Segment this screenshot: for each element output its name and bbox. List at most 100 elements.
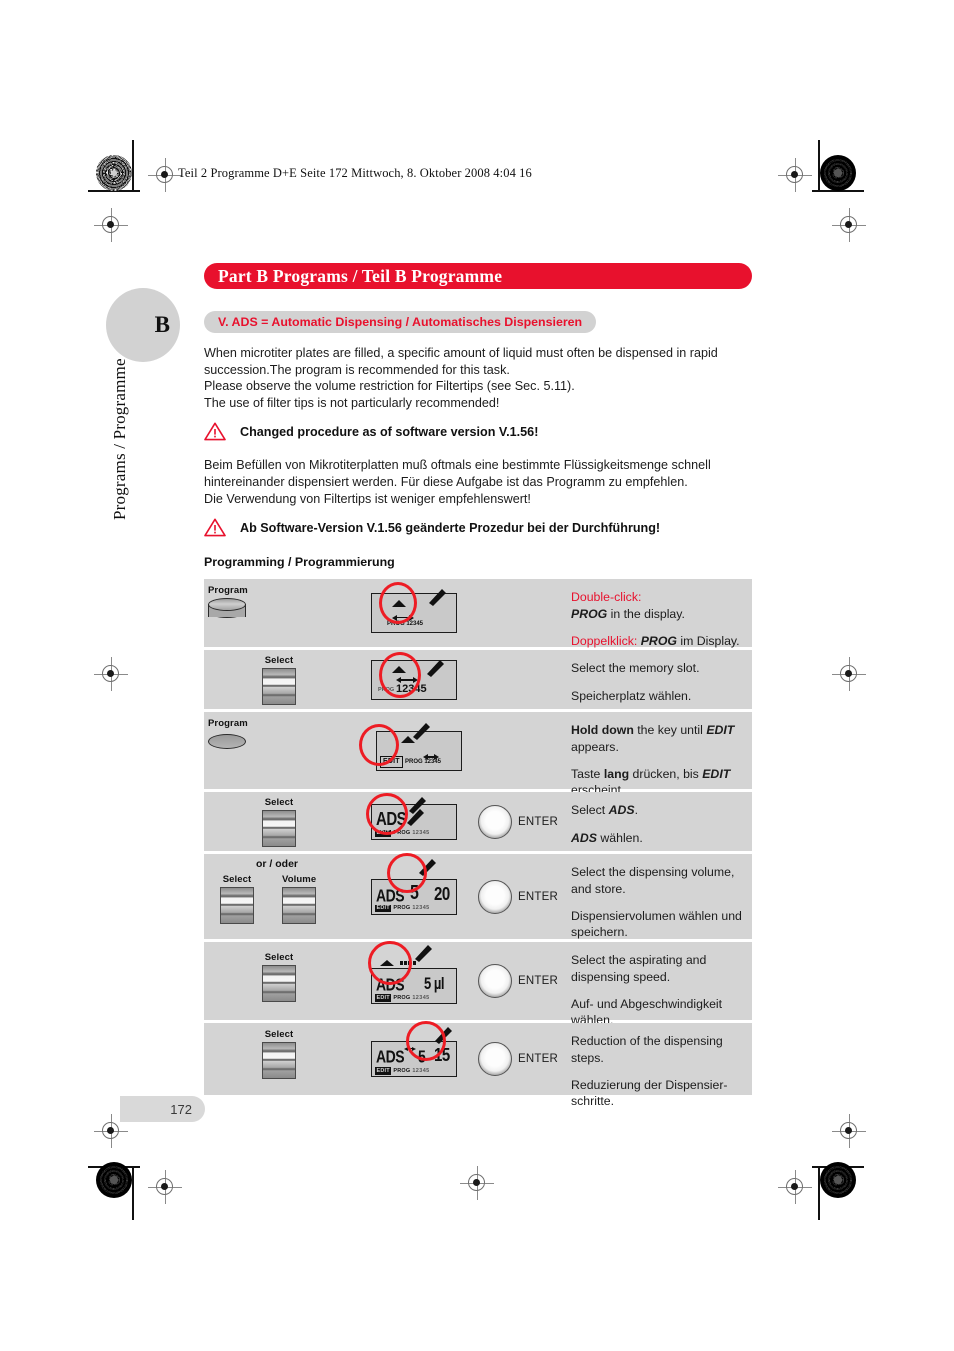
section-subbanner: V. ADS = Automatic Dispensing / Automati… bbox=[204, 311, 597, 333]
page-content: Part B Programs / Teil B Programme V. AD… bbox=[204, 263, 752, 1108]
select-key-widget[interactable]: Select bbox=[262, 1029, 296, 1080]
step-text-de-emph: ADS bbox=[571, 830, 597, 845]
key-label: Select bbox=[264, 1029, 294, 1041]
double-arrow-icon bbox=[404, 1046, 416, 1051]
margin-vertical-title: Programs / Programme bbox=[110, 358, 129, 520]
pointer-cursor-icon-2 bbox=[404, 806, 424, 827]
intro-en-line2: succession.The program is recommended fo… bbox=[204, 362, 510, 377]
lcd-main-value: ADS bbox=[376, 884, 405, 905]
select-key-widget[interactable]: Select bbox=[262, 952, 296, 1003]
step-enter-cell: ENTER bbox=[474, 854, 569, 939]
select-key-widget[interactable]: Select bbox=[262, 655, 296, 706]
step-text-de: Doppelklick: PROG im Display. bbox=[571, 633, 740, 648]
step-key-cell: Program bbox=[204, 712, 354, 789]
key-label: Program bbox=[208, 585, 248, 597]
lcd-prog-numbers: 12345 bbox=[412, 994, 430, 1001]
step-enter-cell bbox=[474, 650, 569, 709]
step-text-en-end: . bbox=[634, 803, 638, 818]
registration-mark-bottom-center bbox=[460, 1166, 494, 1200]
pointer-cursor-icon bbox=[410, 720, 430, 741]
enter-button[interactable] bbox=[478, 804, 512, 839]
program-key-widget[interactable]: Program bbox=[208, 718, 248, 753]
crop-line-bl-v bbox=[132, 1168, 134, 1220]
warning-row-de: Ab Software-Version V.1.56 geänderte Pro… bbox=[204, 518, 752, 537]
step-text-en-start: Select bbox=[571, 803, 609, 818]
key-label: Program bbox=[208, 718, 248, 730]
lcd-prog-chip: PROG bbox=[393, 830, 411, 837]
lcd-right-value: 15 bbox=[434, 1045, 450, 1067]
step-text-en: Select ADS. bbox=[571, 802, 744, 818]
step-enter-cell: ENTER bbox=[474, 942, 569, 1020]
step-display-cell: ADS 5 15 EDIT PROG 12345 bbox=[354, 1021, 474, 1095]
key-label: Select bbox=[264, 655, 294, 667]
intro-paragraph-en: When microtiter plates are filled, a spe… bbox=[204, 345, 752, 411]
lcd-status-bar: EDIT PROG 12345 bbox=[375, 904, 430, 913]
step-text-cell: Double-click: PROG in the display. Doppel… bbox=[569, 579, 752, 648]
step-text-en-prefix: Double-click bbox=[571, 590, 638, 605]
table-row: Select ADS 5 µl EDIT PROG 12345 ENTER Se… bbox=[204, 941, 752, 1027]
rocker-switch-icon[interactable] bbox=[262, 668, 296, 706]
step-display-cell: PROG 12345 bbox=[354, 579, 474, 647]
warning-text-en: Changed procedure as of software version… bbox=[240, 424, 539, 439]
volume-key-widget[interactable]: Volume bbox=[282, 874, 317, 925]
enter-button[interactable] bbox=[478, 1042, 512, 1077]
step-text-cell: Hold down the key until EDIT appears. Ta… bbox=[569, 712, 752, 797]
intro-de-line1: Beim Befüllen von Mikrotiterplatten muß … bbox=[204, 458, 711, 473]
double-arrow-icon bbox=[392, 614, 414, 621]
or-label: or / oder bbox=[255, 858, 298, 871]
step-text-cell: Select the dispensing volume, and store.… bbox=[569, 854, 752, 939]
table-row: Program EDIT PROG 12345 Hold down the ke… bbox=[204, 712, 752, 797]
select-key-widget[interactable]: Select bbox=[262, 797, 296, 848]
lcd-prog-numbers: 12345 bbox=[412, 905, 430, 912]
lcd-prog-chip: PROG bbox=[393, 994, 411, 1001]
registration-mark-bottom-left-inner bbox=[148, 1170, 182, 1204]
select-key-widget[interactable]: Select bbox=[220, 874, 254, 925]
lcd-main-value: ADS bbox=[376, 974, 405, 995]
step-enter-cell bbox=[474, 712, 569, 789]
program-knob-icon[interactable] bbox=[208, 731, 246, 753]
key-label: Volume bbox=[282, 874, 317, 886]
steps-table: Program PROG 12345 Double-click: PROG in… bbox=[204, 579, 752, 1108]
up-arrow-icon bbox=[392, 600, 406, 608]
registration-mark-right-middle bbox=[832, 657, 866, 691]
intro-de-line3: Die Verwendung von Filtertips ist wenige… bbox=[204, 491, 531, 506]
rocker-switch-icon[interactable] bbox=[262, 965, 296, 1003]
programming-heading: Programming / Programmierung bbox=[204, 555, 395, 570]
rocker-switch-icon[interactable] bbox=[262, 810, 296, 848]
step-display-cell: PROG 12345 bbox=[354, 650, 474, 709]
lcd-mid-value: 5 bbox=[410, 882, 419, 904]
step-enter-cell: ENTER bbox=[474, 792, 569, 851]
step-text-de-mid: drücken, bis bbox=[629, 766, 703, 781]
enter-button[interactable] bbox=[478, 879, 512, 914]
step-text-en: Select the dispensing volume, and store. bbox=[571, 865, 735, 896]
program-knob-icon[interactable] bbox=[208, 598, 246, 620]
step-display-cell: ADS 5 µl EDIT PROG 12345 bbox=[354, 941, 474, 1020]
step-display-cell: EDIT PROG 12345 bbox=[354, 712, 474, 789]
enter-label: ENTER bbox=[518, 975, 558, 988]
page-number-tab: 172 bbox=[120, 1096, 205, 1122]
program-key-widget[interactable]: Program bbox=[208, 585, 248, 620]
step-text-en-rest: in the display. bbox=[607, 606, 685, 621]
step-key-cell: Select bbox=[204, 1023, 354, 1095]
key-label: Select bbox=[222, 874, 252, 886]
step-key-cell: Select bbox=[204, 792, 354, 851]
step-text-de-bold: lang bbox=[603, 766, 630, 781]
step-display-cell: ADS 5 20 EDIT PROG 12345 bbox=[354, 853, 474, 939]
step-text-en: Double-click: PROG in the display. bbox=[571, 589, 744, 622]
print-header-text: Teil 2 Programme D+E Seite 172 Mittwoch,… bbox=[178, 166, 532, 180]
intro-en-line4: The use of filter tips is not particular… bbox=[204, 395, 500, 410]
rocker-switch-icon[interactable] bbox=[282, 887, 317, 925]
lcd-edit-chip: EDIT bbox=[375, 904, 392, 913]
lcd-prog-numbers: 12345 bbox=[412, 1067, 430, 1074]
pointer-cursor-icon bbox=[424, 657, 444, 678]
panel-memory-number: 12345 bbox=[396, 682, 427, 695]
table-row: or / oder Select Volume ADS 5 20 EDIT PR… bbox=[204, 853, 752, 939]
pointer-cursor-icon bbox=[432, 1024, 452, 1045]
step-key-cell: Select bbox=[204, 942, 354, 1020]
rocker-switch-icon[interactable] bbox=[262, 1042, 296, 1080]
lcd-status-bar: EDIT PROG 12345 bbox=[375, 1067, 430, 1075]
crop-line-tr-v bbox=[818, 140, 820, 192]
enter-button[interactable] bbox=[478, 964, 512, 999]
rocker-switch-icon[interactable] bbox=[220, 887, 254, 925]
device-lcd: ADS 5 20 EDIT PROG 12345 bbox=[371, 878, 457, 915]
